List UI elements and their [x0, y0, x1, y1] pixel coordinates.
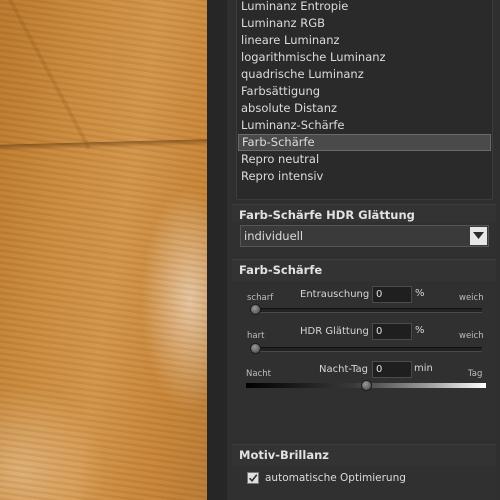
denoise-input[interactable]: 0 — [372, 286, 412, 303]
list-item[interactable]: Repro neutral — [238, 151, 491, 168]
list-item-selected[interactable]: Farb-Schärfe — [238, 134, 491, 151]
list-item[interactable]: quadrische Luminanz — [238, 66, 491, 83]
denoise-slider-knob[interactable] — [250, 304, 261, 315]
list-item[interactable]: Luminanz RGB — [238, 15, 491, 32]
slider-min-label: scharf — [247, 293, 274, 303]
hdr-smoothing-label: HDR Glättung — [300, 326, 369, 337]
hdr-smoothing-input[interactable]: 0 — [372, 323, 412, 340]
check-icon — [248, 474, 258, 483]
brilliance-title: Motiv-Brillanz — [239, 448, 329, 462]
sharpness-body — [232, 281, 496, 440]
list-item[interactable]: absolute Distanz — [238, 100, 491, 117]
auto-optimize-label: automatische Optimierung — [265, 472, 406, 484]
list-item[interactable]: logarithmische Luminanz — [238, 49, 491, 66]
slider-max-label: weich — [459, 293, 484, 303]
daynight-slider-knob[interactable] — [360, 380, 372, 391]
list-item[interactable]: Luminanz-Schärfe — [238, 117, 491, 134]
daynight-label: Nacht-Tag — [319, 364, 368, 375]
denoise-label: Entrauschung — [300, 289, 370, 300]
list-item[interactable]: Luminanz Entropie — [238, 0, 491, 15]
hdr-smoothing-title: Farb-Schärfe HDR Glättung — [239, 208, 415, 222]
slider-max-label: Tag — [468, 369, 483, 379]
list-item[interactable]: lineare Luminanz — [238, 32, 491, 49]
hdr-smoothing-slider-track[interactable] — [250, 347, 482, 352]
slider-min-label: Nacht — [246, 369, 271, 379]
hdr-smoothing-unit: % — [415, 325, 425, 336]
hdr-smoothing-slider-knob[interactable] — [250, 343, 261, 354]
auto-optimize-checkbox[interactable] — [247, 472, 259, 484]
sharpness-title: Farb-Schärfe — [239, 263, 323, 277]
slider-max-label: weich — [459, 331, 484, 341]
daynight-unit: min — [414, 363, 433, 374]
chevron-down-icon[interactable] — [470, 227, 487, 245]
hdr-smoothing-dropdown[interactable]: individuell — [240, 225, 489, 247]
photo-preview — [0, 0, 207, 500]
panel-gutter — [207, 0, 227, 500]
denoise-slider-track[interactable] — [250, 308, 482, 313]
dropdown-value: individuell — [244, 229, 304, 243]
daynight-input[interactable]: 0 — [372, 361, 412, 378]
wood-grain — [0, 0, 207, 500]
list-item[interactable]: Farbsättigung — [238, 83, 491, 100]
list-item[interactable]: Repro intensiv — [238, 168, 491, 185]
denoise-unit: % — [415, 288, 425, 299]
slider-min-label: hart — [247, 331, 265, 341]
